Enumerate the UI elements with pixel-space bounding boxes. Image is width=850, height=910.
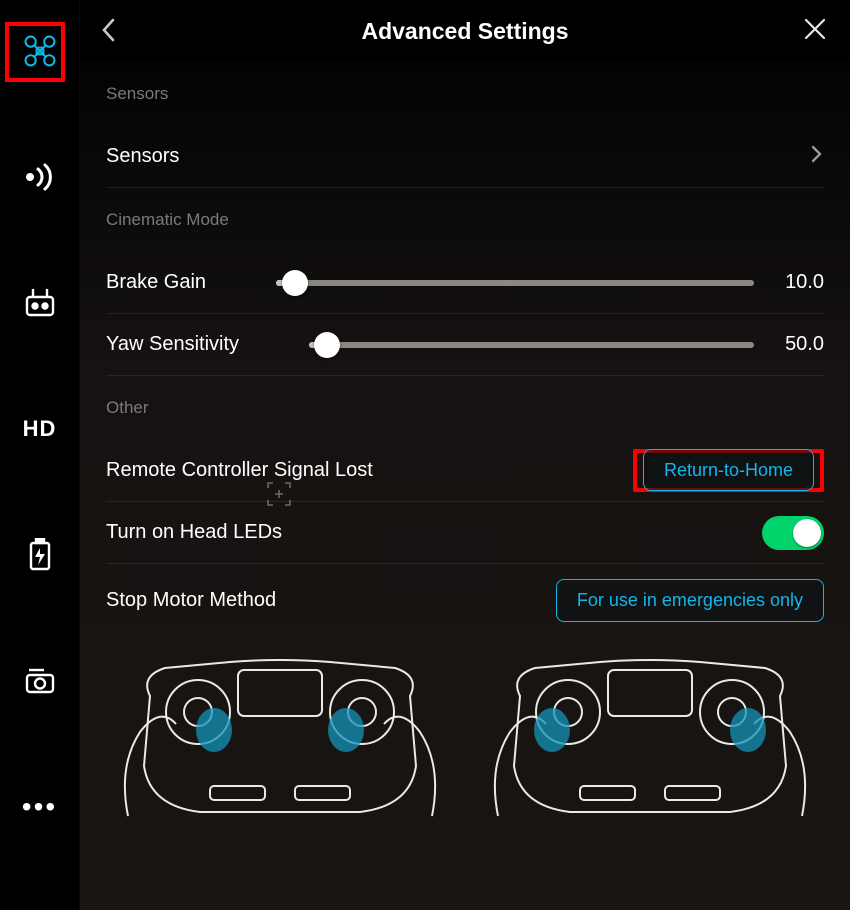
stop-motor-label: Stop Motor Method <box>106 589 276 612</box>
row-stop-motor: Stop Motor Method For use in emergencies… <box>106 564 824 626</box>
close-button[interactable] <box>802 16 832 46</box>
controller-illustrations <box>106 626 824 836</box>
brake-gain-value: 10.0 <box>776 271 824 294</box>
row-head-leds: Turn on Head LEDs <box>106 502 824 564</box>
rc-icon[interactable] <box>23 286 57 320</box>
head-leds-toggle[interactable] <box>762 516 824 550</box>
page-title: Advanced Settings <box>361 18 568 45</box>
signal-lost-label: Remote Controller Signal Lost <box>106 459 373 482</box>
drone-icon[interactable] <box>23 34 57 68</box>
hd-icon[interactable]: HD <box>23 412 57 446</box>
more-icon[interactable]: ••• <box>23 790 57 824</box>
section-other-label: Other <box>106 376 824 440</box>
yaw-sens-slider[interactable] <box>309 342 754 348</box>
row-signal-lost: Remote Controller Signal Lost Return-to-… <box>106 440 824 502</box>
row-yaw-sensitivity: Yaw Sensitivity 50.0 <box>106 314 824 376</box>
sensors-label: Sensors <box>106 145 179 168</box>
section-sensors-label: Sensors <box>106 62 824 126</box>
brake-gain-label: Brake Gain <box>106 271 206 294</box>
controller-diagram-right <box>480 636 820 836</box>
controller-diagram-left <box>110 636 450 836</box>
row-brake-gain: Brake Gain 10.0 <box>106 252 824 314</box>
back-button[interactable] <box>98 16 128 46</box>
chevron-right-icon <box>810 144 824 170</box>
return-home-button[interactable]: Return-to-Home <box>643 449 814 491</box>
header: Advanced Settings <box>80 0 850 62</box>
main-panel: Advanced Settings Sensors Sensors Cinema… <box>80 0 850 910</box>
section-cinematic-label: Cinematic Mode <box>106 188 824 252</box>
stop-motor-button[interactable]: For use in emergencies only <box>556 579 824 622</box>
return-home-highlight: Return-to-Home <box>633 449 824 492</box>
camera-icon[interactable] <box>23 664 57 698</box>
row-sensors[interactable]: Sensors <box>106 126 824 188</box>
signal-icon[interactable] <box>23 160 57 194</box>
toggle-knob <box>793 519 821 547</box>
battery-icon[interactable] <box>23 538 57 572</box>
yaw-sens-value: 50.0 <box>776 333 824 356</box>
brake-gain-slider[interactable] <box>276 280 754 286</box>
head-leds-label: Turn on Head LEDs <box>106 521 282 544</box>
sidebar: HD ••• <box>0 0 80 910</box>
yaw-sens-label: Yaw Sensitivity <box>106 333 239 356</box>
